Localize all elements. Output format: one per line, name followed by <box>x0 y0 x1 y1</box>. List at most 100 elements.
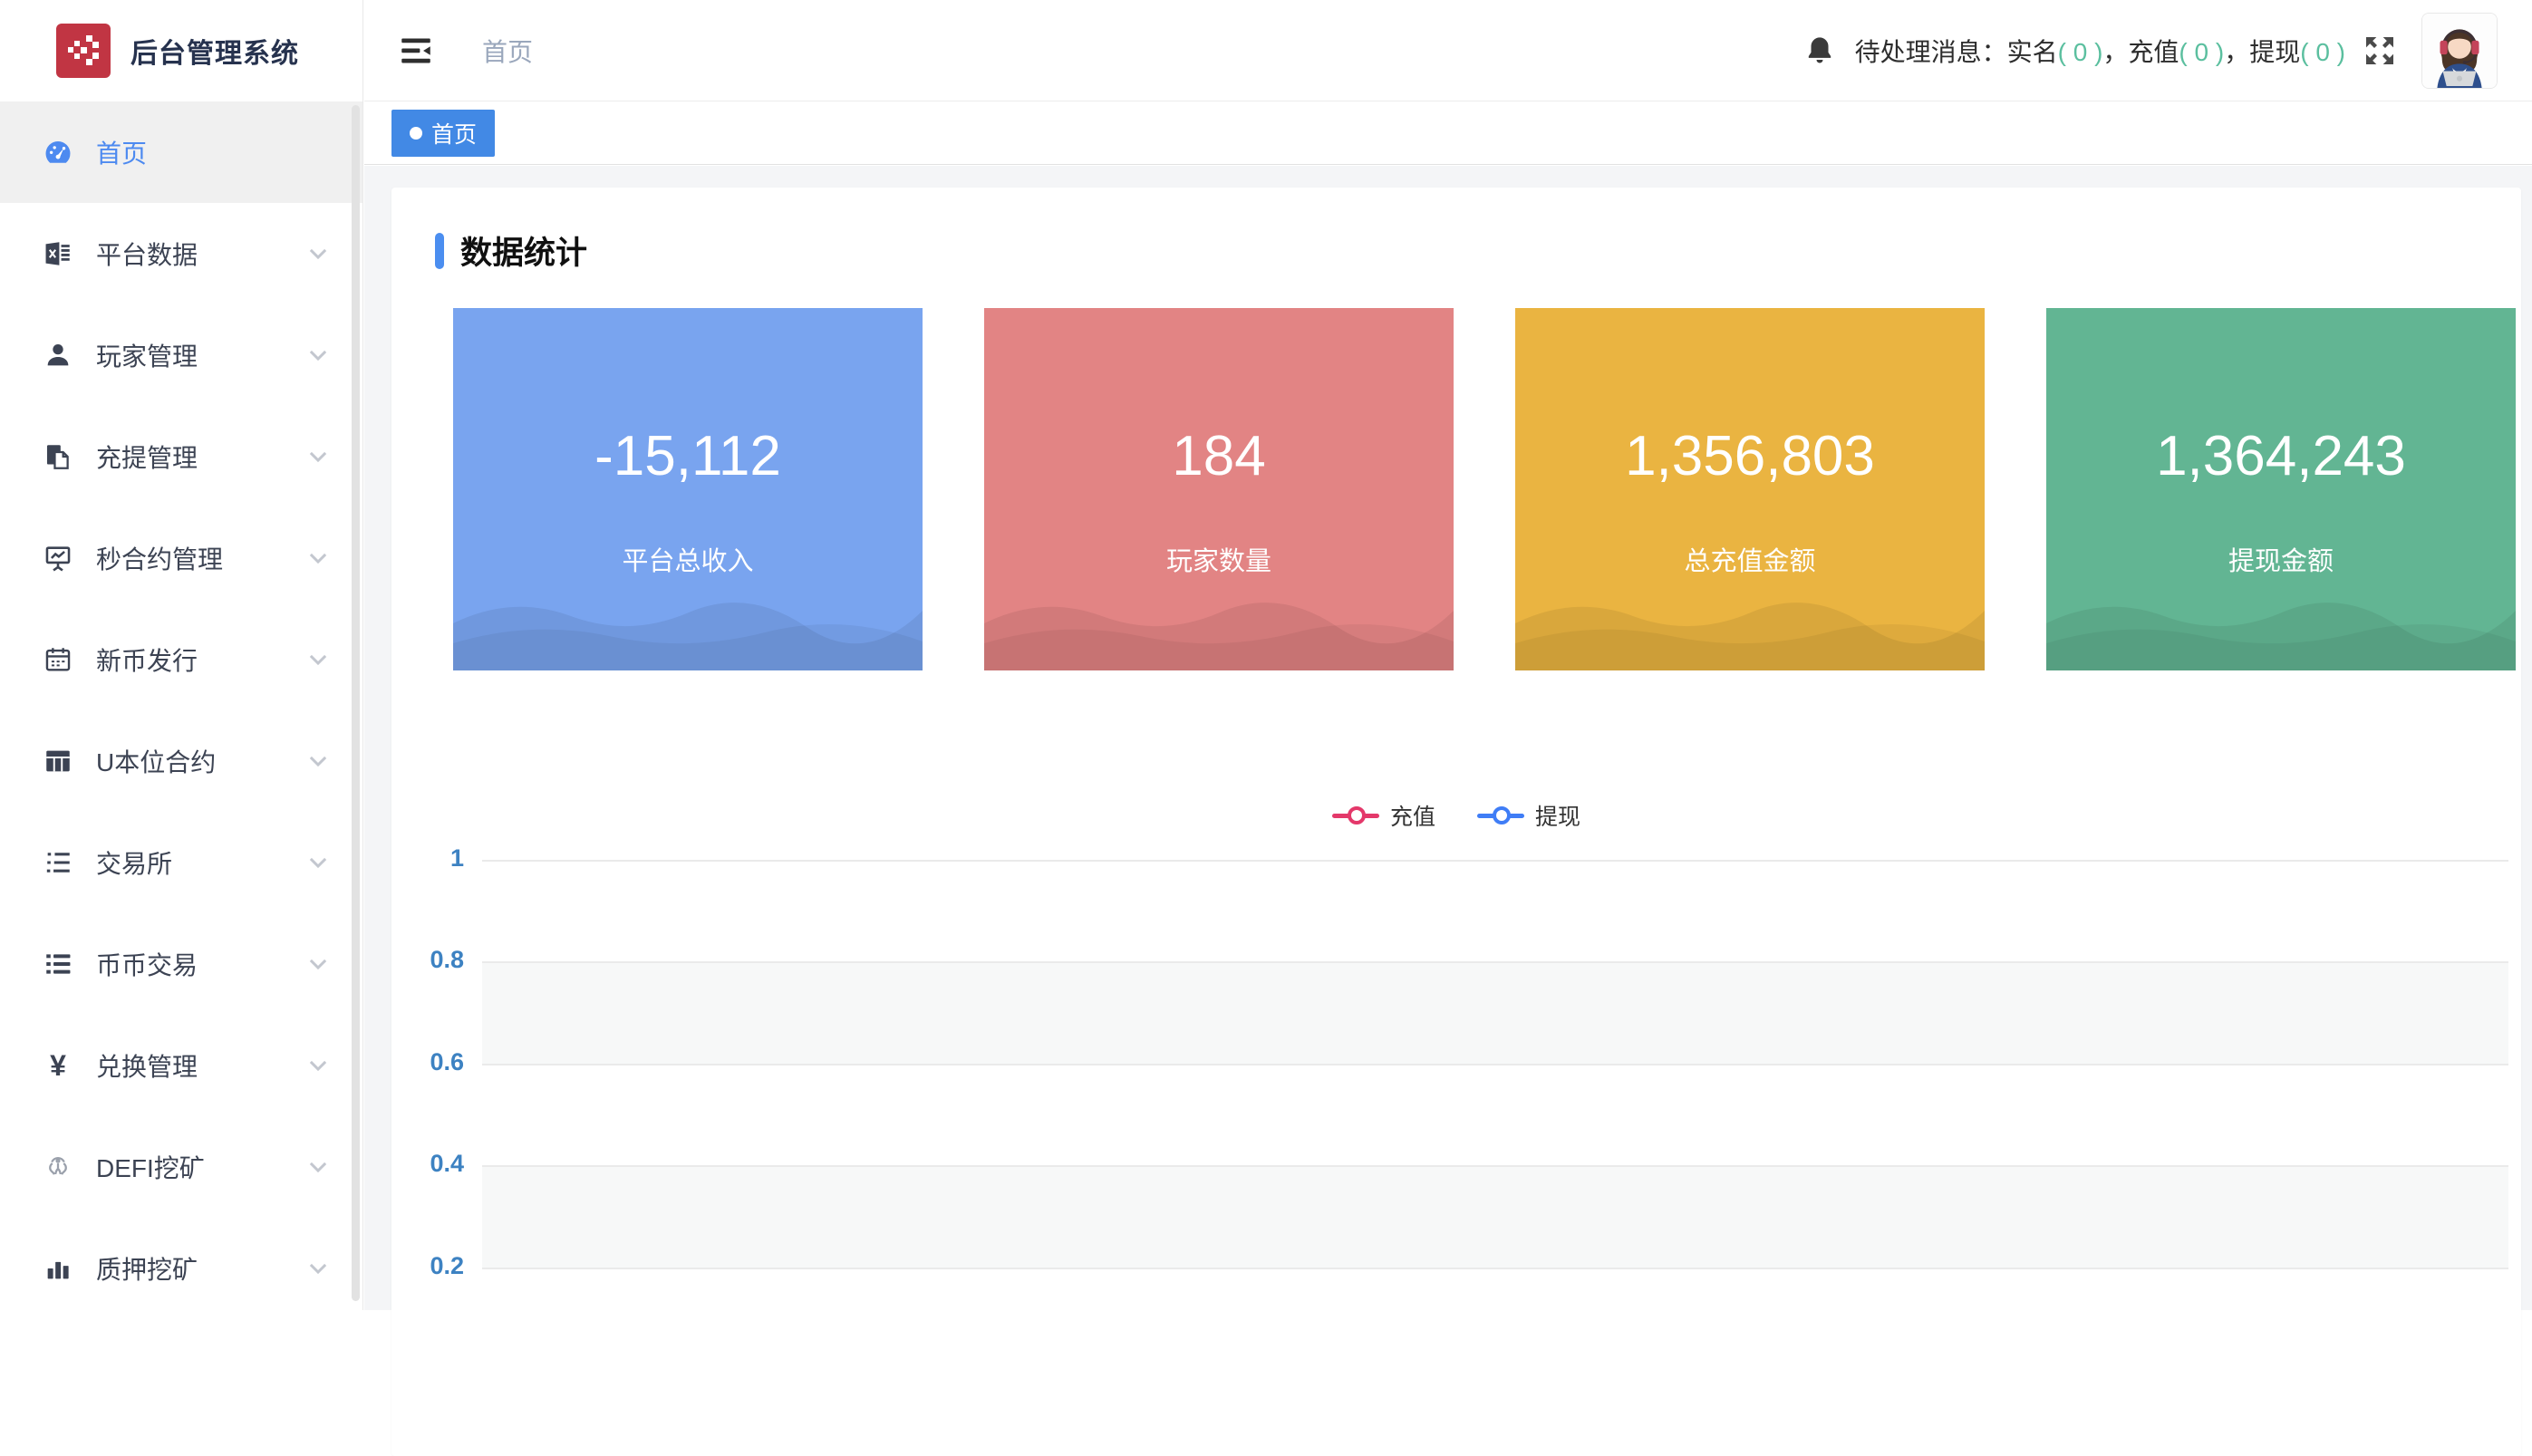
pending-messages: 待处理消息：实名( 0 )，充值( 0 )，提现( 0 ) <box>1855 33 2345 69</box>
withdraw-count: ( 0 ) <box>2300 38 2345 66</box>
gridline <box>482 1064 2508 1065</box>
sidebar-item-label: 充提管理 <box>96 439 198 475</box>
sidebar-item-label: 秒合约管理 <box>96 540 223 576</box>
sidebar-item-exchange[interactable]: 交易所 <box>0 812 362 913</box>
gridline <box>482 1268 2508 1269</box>
chevron-down-icon <box>306 242 330 265</box>
legend-item-recharge[interactable]: 充值 <box>1332 799 1435 832</box>
topbar: 首页 待处理消息：实名( 0 )，充值( 0 )，提现( 0 ) <box>364 0 2532 101</box>
sidebar-scrollbar[interactable] <box>352 105 360 1301</box>
sidebar-item-deposit-withdraw[interactable]: 充提管理 <box>0 406 362 507</box>
stat-card-total-recharge: 1,356,803 总充值金额 <box>1515 308 1985 670</box>
tab-home[interactable]: 首页 <box>391 110 495 157</box>
chevron-down-icon <box>306 445 330 468</box>
sidebar-header: 后台管理系统 <box>0 0 362 101</box>
main-area: 首页 待处理消息：实名( 0 )，充值( 0 )，提现( 0 ) <box>364 0 2532 1310</box>
legend-label: 充值 <box>1390 799 1435 832</box>
stat-value: 1,356,803 <box>1515 424 1985 488</box>
yen-icon: ¥ <box>42 1049 74 1082</box>
breadcrumb[interactable]: 首页 <box>482 33 533 69</box>
y-axis-tick: 0.6 <box>391 1048 464 1076</box>
content-area: 数据统计 -15,112 平台总收入 184 玩家数量 1,356,803 总充… <box>364 166 2532 1310</box>
y-axis-tick: 0.4 <box>391 1150 464 1178</box>
chevron-down-icon <box>306 851 330 874</box>
sidebar-item-defi-mining[interactable]: DEFI挖矿 <box>0 1116 362 1218</box>
sidebar-item-label: 首页 <box>96 134 147 170</box>
tab-label: 首页 <box>431 117 477 149</box>
stat-label: 玩家数量 <box>984 540 1454 578</box>
bar-chart-icon <box>42 1252 74 1285</box>
wave-decoration <box>984 587 1454 670</box>
section-accent-bar <box>435 233 444 269</box>
line-chart-plot: 1 0.8 0.6 0.4 0.2 <box>482 848 2508 1342</box>
sidebar-item-new-coin[interactable]: 新币发行 <box>0 609 362 710</box>
claw-icon <box>42 1151 74 1183</box>
stat-card-platform-income: -15,112 平台总收入 <box>453 308 923 670</box>
legend-label: 提现 <box>1535 799 1580 832</box>
sidebar-item-label: U本位合约 <box>96 743 216 779</box>
stat-label: 总充值金额 <box>1515 540 1985 578</box>
sidebar-item-label: 质押挖矿 <box>96 1250 198 1287</box>
chevron-down-icon <box>306 546 330 570</box>
y-axis-tick: 0.2 <box>391 1252 464 1280</box>
realname-count: ( 0 ) <box>2058 38 2103 66</box>
order-list-icon <box>42 846 74 879</box>
stat-card-player-count: 184 玩家数量 <box>984 308 1454 670</box>
sidebar-item-swap-manage[interactable]: ¥ 兑换管理 <box>0 1015 362 1116</box>
line-marker-icon <box>1477 805 1524 825</box>
fullscreen-icon[interactable] <box>2362 33 2398 69</box>
line-marker-icon <box>1332 805 1379 825</box>
chevron-down-icon <box>306 1155 330 1179</box>
dashboard-icon <box>42 136 74 169</box>
stat-label: 平台总收入 <box>453 540 923 578</box>
bell-icon[interactable] <box>1802 34 1837 68</box>
sidebar-item-home[interactable]: 首页 <box>0 101 362 203</box>
stat-value: 184 <box>984 424 1454 488</box>
app-title: 后台管理系统 <box>130 31 299 71</box>
notice-text: ，充值 <box>2102 38 2179 66</box>
collapse-sidebar-icon[interactable] <box>397 32 435 70</box>
notice-text: ，提现 <box>2224 38 2300 66</box>
chevron-down-icon <box>306 343 330 367</box>
sidebar-item-platform-data[interactable]: 平台数据 <box>0 203 362 304</box>
stat-value: -15,112 <box>453 424 923 488</box>
list-icon <box>42 948 74 980</box>
sidebar-item-player-manage[interactable]: 玩家管理 <box>0 304 362 406</box>
section-header: 数据统计 <box>391 188 2521 274</box>
user-icon <box>42 339 74 371</box>
sidebar: 后台管理系统 首页 平台数据 玩家管理 充提管理 秒合约管理 <box>0 0 363 1310</box>
wave-decoration <box>1515 587 1985 670</box>
split-area-band <box>482 962 2508 1064</box>
sidebar-item-label: 新币发行 <box>96 641 198 678</box>
tab-active-dot <box>410 127 422 140</box>
gridline <box>482 860 2508 862</box>
stat-value: 1,364,243 <box>2046 424 2516 488</box>
y-axis-tick: 1 <box>391 844 464 873</box>
sidebar-item-staking-mining[interactable]: 质押挖矿 <box>0 1218 362 1319</box>
copy-document-icon <box>42 440 74 473</box>
notice-text: 待处理消息：实名 <box>1855 38 2058 66</box>
sidebar-item-second-contract[interactable]: 秒合约管理 <box>0 507 362 609</box>
sidebar-item-label: 兑换管理 <box>96 1047 198 1084</box>
sidebar-item-coin-trade[interactable]: 币币交易 <box>0 913 362 1015</box>
legend-item-withdraw[interactable]: 提现 <box>1477 799 1580 832</box>
chevron-down-icon <box>306 1054 330 1077</box>
chart-legend: 充值 提现 <box>391 799 2521 832</box>
wave-decoration <box>453 587 923 670</box>
page-title: 数据统计 <box>460 227 587 274</box>
avatar[interactable] <box>2421 13 2498 89</box>
gridline <box>482 961 2508 963</box>
app-logo-icon <box>56 24 111 78</box>
excel-file-icon <box>42 237 74 270</box>
chevron-down-icon <box>306 952 330 976</box>
tabbar: 首页 <box>364 101 2532 165</box>
sidebar-item-label: 交易所 <box>96 844 172 881</box>
chart-board-icon <box>42 542 74 574</box>
topbar-right: 待处理消息：实名( 0 )，充值( 0 )，提现( 0 ) <box>1802 13 2498 89</box>
dashboard-panel: 数据统计 -15,112 平台总收入 184 玩家数量 1,356,803 总充… <box>391 188 2521 1456</box>
y-axis-tick: 0.8 <box>391 946 464 974</box>
stat-label: 提现金额 <box>2046 540 2516 578</box>
recharge-count: ( 0 ) <box>2179 38 2224 66</box>
sidebar-item-u-contract[interactable]: U本位合约 <box>0 710 362 812</box>
chevron-down-icon <box>306 1257 330 1280</box>
